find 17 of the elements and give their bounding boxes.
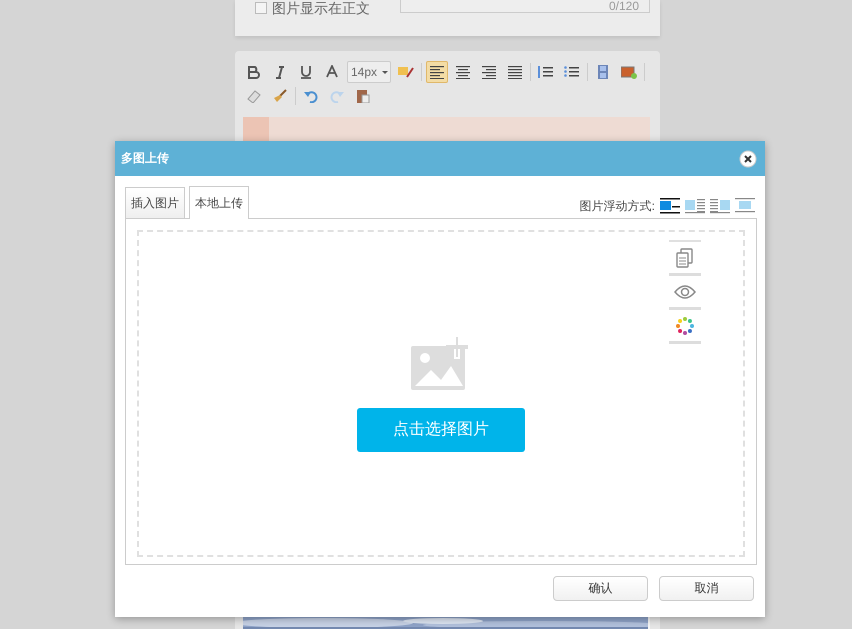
float-center-icon[interactable] [735,198,755,214]
float-left-icon[interactable] [685,198,705,214]
align-left-icon[interactable] [426,61,448,83]
close-icon[interactable] [739,150,757,168]
float-right-icon[interactable] [710,198,730,214]
checkbox[interactable] [255,2,267,14]
float-none-icon[interactable] [660,198,680,214]
dialog-button[interactable]: 取消 [659,576,754,601]
character-counter: 0/120 [608,0,639,12]
dialog-title: 多图上传 [121,150,169,167]
dialog-button[interactable]: 确认 [553,576,648,601]
tab[interactable]: 插入图片 [125,187,185,218]
checkbox-label: 图片显示在正文 [272,0,370,16]
tab[interactable]: 本地上传 [189,186,249,219]
float-mode-label: 图片浮动方式: [580,198,655,214]
caret-icon [382,70,388,74]
font-size-select[interactable]: 14px [347,61,392,83]
